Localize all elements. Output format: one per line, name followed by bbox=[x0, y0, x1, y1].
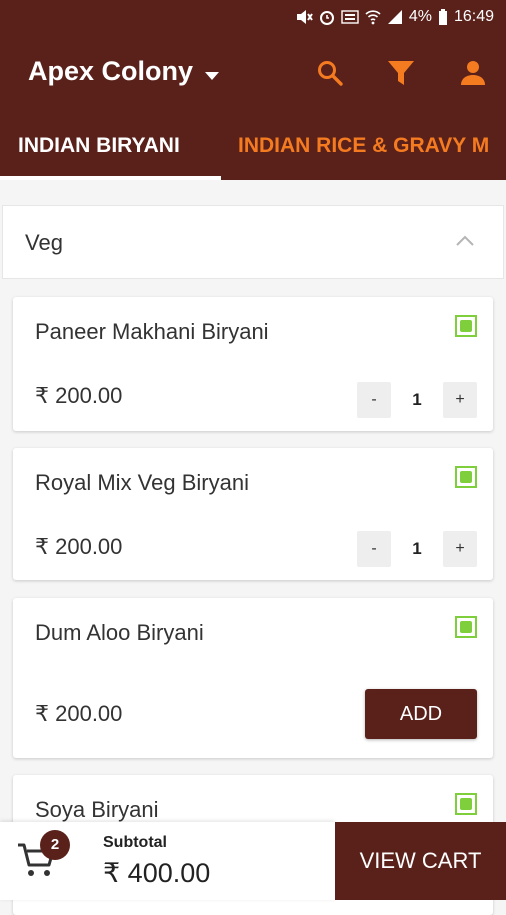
user-icon[interactable] bbox=[459, 59, 487, 87]
item-name: Dum Aloo Biryani bbox=[35, 620, 204, 645]
dropdown-caret-icon bbox=[205, 56, 220, 87]
quantity-value: 1 bbox=[412, 390, 422, 409]
subtotal-label: Subtotal bbox=[103, 834, 167, 851]
subtotal-value: ₹ 400.00 bbox=[103, 858, 211, 888]
menu-item-card: Royal Mix Veg Biryani ₹ 200.00 - 1 + bbox=[13, 448, 493, 580]
volte-icon bbox=[341, 9, 359, 25]
menu-item-card: Paneer Makhani Biryani ₹ 200.00 - 1 + bbox=[13, 297, 493, 431]
item-price: ₹ 200.00 bbox=[35, 701, 123, 726]
quantity-value: 1 bbox=[412, 539, 422, 558]
decrease-button[interactable]: - bbox=[357, 382, 391, 418]
status-icons: 4% 16:49 bbox=[295, 8, 494, 26]
cart-count-badge: 2 bbox=[40, 830, 70, 860]
chevron-up-icon bbox=[455, 234, 475, 252]
alarm-icon bbox=[319, 9, 335, 25]
section-header-veg[interactable]: Veg bbox=[2, 205, 504, 279]
cart-summary: 2 Subtotal ₹ 400.00 bbox=[0, 822, 335, 900]
search-icon[interactable] bbox=[316, 59, 344, 87]
mute-icon bbox=[295, 9, 313, 25]
wifi-icon bbox=[365, 9, 381, 25]
tab-indian-biryani[interactable]: INDIAN BIRYANI bbox=[18, 134, 180, 158]
increase-button[interactable]: + bbox=[443, 531, 477, 567]
veg-mark-icon bbox=[455, 616, 477, 638]
item-price: ₹ 200.00 bbox=[35, 383, 123, 408]
veg-mark-icon bbox=[455, 793, 477, 815]
location-label: Apex Colony bbox=[28, 56, 194, 86]
battery-icon bbox=[438, 9, 448, 25]
signal-icon bbox=[387, 9, 403, 25]
cart-bar: 2 Subtotal ₹ 400.00 VIEW CART bbox=[0, 822, 506, 900]
clock: 16:49 bbox=[453, 8, 494, 25]
battery-pct: 4% bbox=[408, 8, 432, 25]
tab-indian-rice-gravy[interactable]: INDIAN RICE & GRAVY M bbox=[238, 134, 489, 158]
status-bar: 4% 16:49 bbox=[0, 0, 506, 36]
quantity-stepper: - 1 + bbox=[357, 382, 477, 418]
increase-button[interactable]: + bbox=[443, 382, 477, 418]
item-price: ₹ 200.00 bbox=[35, 534, 123, 559]
item-name: Royal Mix Veg Biryani bbox=[35, 470, 249, 495]
decrease-button[interactable]: - bbox=[357, 531, 391, 567]
item-name: Soya Biryani bbox=[35, 797, 159, 822]
view-cart-button[interactable]: VIEW CART bbox=[335, 822, 506, 900]
quantity-stepper: - 1 + bbox=[357, 531, 477, 567]
add-button[interactable]: ADD bbox=[365, 689, 477, 739]
category-tabs: INDIAN BIRYANI INDIAN RICE & GRAVY M bbox=[0, 114, 506, 180]
menu-item-card: Dum Aloo Biryani ₹ 200.00 ADD bbox=[13, 598, 493, 758]
veg-mark-icon bbox=[455, 315, 477, 337]
active-tab-indicator bbox=[0, 176, 221, 180]
filter-icon[interactable] bbox=[387, 59, 415, 87]
veg-mark-icon bbox=[455, 466, 477, 488]
app-bar: Apex Colony bbox=[0, 36, 506, 114]
location-selector[interactable]: Apex Colony bbox=[28, 56, 220, 87]
item-name: Paneer Makhani Biryani bbox=[35, 319, 269, 344]
section-title: Veg bbox=[25, 230, 63, 255]
